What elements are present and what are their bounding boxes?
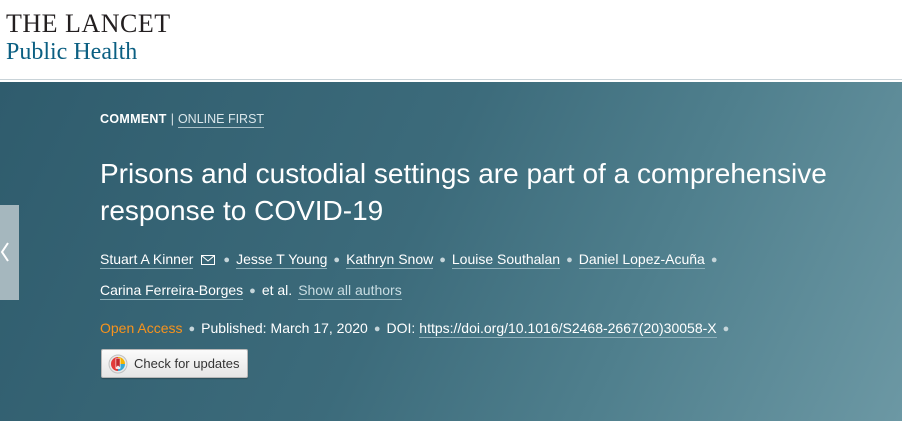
author-link[interactable]: Carina Ferreira-Borges: [100, 282, 244, 300]
author-separator: ●: [439, 254, 446, 266]
published-label: Published:: [201, 320, 267, 336]
article-title: Prisons and custodial settings are part …: [100, 158, 827, 226]
article-type: COMMENT: [100, 112, 167, 126]
show-all-authors-link[interactable]: Show all authors: [298, 282, 402, 300]
meta-separator: ●: [373, 323, 381, 335]
author-link[interactable]: Stuart A Kinner: [100, 251, 194, 269]
author-link[interactable]: Jesse T Young: [236, 251, 328, 269]
author-separator: ●: [223, 254, 231, 266]
masthead: THE LANCET Public Health: [0, 0, 902, 80]
open-access-badge: Open Access: [100, 320, 183, 336]
article-type-row: COMMENT | ONLINE FIRST: [100, 112, 265, 128]
article-meta: Open Access ● Published: March 17, 2020 ● DOI…: [100, 320, 735, 338]
journal-logo-subtitle[interactable]: Public Health: [6, 38, 137, 66]
envelope-icon[interactable]: [201, 245, 216, 275]
doi-link[interactable]: https://doi.org/10.1016/S2468-2667(20)30…: [419, 320, 717, 338]
author-list: Stuart A Kinner ● Jesse T Young ● Kathryn Sn…: [100, 244, 860, 306]
check-for-updates-icon: [108, 354, 128, 374]
meta-separator: ●: [722, 323, 730, 335]
masthead-divider: [0, 79, 902, 80]
check-for-updates-button[interactable]: Check for updates: [101, 349, 248, 378]
side-panel-toggle[interactable]: [0, 205, 19, 300]
meta-separator: ●: [188, 323, 196, 335]
author-separator: ●: [333, 254, 341, 266]
author-link[interactable]: Louise Southalan: [451, 251, 561, 269]
chevron-left-icon: [0, 242, 9, 262]
journal-logo-title[interactable]: THE LANCET: [6, 10, 171, 38]
doi-label: DOI:: [386, 320, 416, 336]
published-date: March 17, 2020: [270, 320, 368, 336]
type-separator: |: [170, 112, 174, 126]
author-link[interactable]: Kathryn Snow: [346, 251, 434, 269]
author-link[interactable]: Daniel Lopez-Acuña: [578, 251, 705, 269]
author-separator: ●: [249, 285, 256, 297]
check-for-updates-label: Check for updates: [134, 356, 240, 371]
author-separator: ●: [566, 254, 573, 266]
author-separator: ●: [710, 254, 718, 266]
online-first-link[interactable]: ONLINE FIRST: [177, 112, 265, 128]
et-al-label: et al.: [261, 282, 293, 298]
